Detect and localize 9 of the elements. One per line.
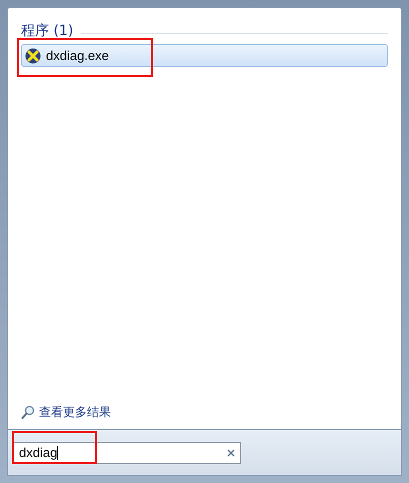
clear-icon[interactable] [227,448,235,456]
program-item[interactable]: dxdiag.exe [21,44,388,67]
search-icon [21,404,35,420]
search-field[interactable]: dxdiag [13,442,241,464]
section-heading: 程序 (1) [21,22,74,40]
search-value: dxdiag [19,444,60,462]
dxdiag-icon [25,48,41,64]
program-label: dxdiag.exe [46,46,109,65]
see-more-link[interactable]: 查看更多结果 [39,403,111,421]
